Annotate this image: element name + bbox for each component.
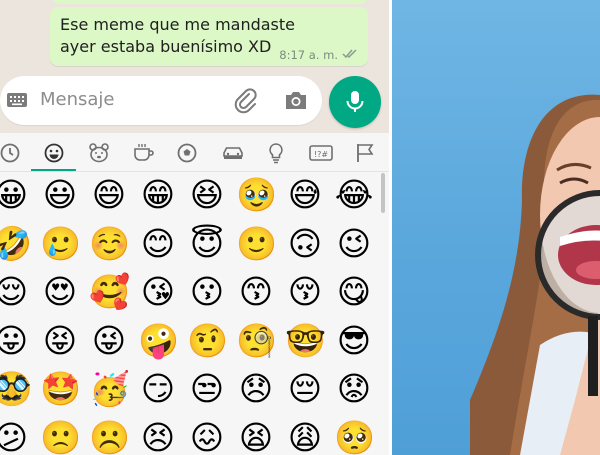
emoji-key[interactable]: 😄 — [89, 175, 129, 215]
emoji-key[interactable]: 😌 — [0, 272, 31, 312]
emoji-key[interactable]: 🧐 — [236, 321, 277, 361]
emoji-key[interactable]: 😍 — [40, 272, 80, 312]
whatsapp-screen: Ese meme que me mandaste ayer estaba bue… — [0, 0, 389, 455]
emoji-key[interactable]: 🤓 — [285, 321, 326, 361]
emoji-key[interactable]: 🥰 — [89, 272, 130, 312]
emoji-key[interactable]: 😟 — [334, 369, 374, 409]
emoji-key[interactable]: 😣 — [138, 418, 178, 455]
emoji-key[interactable]: 😀 — [0, 175, 31, 215]
emoji-key[interactable]: 😋 — [334, 272, 374, 312]
emoji-key[interactable]: 😖 — [187, 418, 227, 455]
emoji-key[interactable]: 🙂 — [236, 224, 277, 264]
emoji-key[interactable]: 😞 — [236, 369, 276, 409]
tab-activities[interactable] — [173, 140, 201, 164]
emoji-key[interactable]: 😜 — [89, 321, 129, 361]
emoji-key[interactable]: 😩 — [285, 418, 325, 455]
emoji-key[interactable]: 😘 — [138, 272, 178, 312]
emoji-key[interactable]: 🤣 — [0, 224, 32, 264]
emoji-key[interactable]: 😕 — [0, 418, 31, 455]
emoji-key[interactable]: 🥺 — [334, 418, 375, 455]
message-meta: 8:17 a. m. — [279, 48, 358, 62]
emoji-key[interactable]: ☹️ — [89, 418, 130, 455]
message-input[interactable]: Mensaje — [40, 89, 115, 110]
emoji-key[interactable]: 😃 — [40, 175, 80, 215]
emoji-key[interactable]: 😏 — [138, 369, 178, 409]
emoji-key[interactable]: 😂 — [334, 175, 374, 215]
emoji-key[interactable]: 🤩 — [40, 369, 81, 409]
message-text: Ese meme que me mandaste ayer estaba bue… — [60, 15, 296, 56]
emoji-key[interactable]: 🙃 — [285, 224, 325, 264]
laughing-woman-illustration — [470, 94, 600, 455]
emoji-key[interactable]: 😚 — [285, 272, 325, 312]
previous-message-bubble — [52, 0, 368, 4]
tab-food[interactable] — [129, 140, 157, 164]
double-check-icon — [342, 48, 358, 62]
tab-animals[interactable] — [85, 140, 113, 164]
emoji-key[interactable]: 🥲 — [40, 224, 81, 264]
camera-icon[interactable] — [284, 89, 308, 115]
emoji-key[interactable]: 😛 — [0, 321, 31, 361]
emoji-key[interactable]: 😎 — [334, 321, 374, 361]
tab-symbols[interactable]: !?# — [306, 140, 334, 164]
emoji-key[interactable]: 🥳 — [89, 369, 130, 409]
emoji-key[interactable]: 😅 — [285, 175, 325, 215]
emoji-grid: 😀 😃 😄 😁 😆 🥹 😅 😂 🤣 🥲 ☺️ 😊 😇 🙂 🙃 😉 😌 😍 🥰 😘 😗 😙 😚 😋 😛 😝 😜 🤪 🤨 🧐 🤓 😎 🥸 🤩 🥳 😏 😒 😞 😔… — [0, 175, 378, 455]
emoji-key[interactable]: 🤪 — [138, 321, 179, 361]
emoji-key[interactable]: 🥸 — [0, 369, 32, 409]
emoji-key[interactable]: 😊 — [138, 224, 178, 264]
tab-flags[interactable] — [351, 140, 379, 164]
emoji-key[interactable]: 😫 — [236, 418, 276, 455]
emoji-key[interactable]: 🤨 — [187, 321, 228, 361]
emoji-key[interactable]: 😆 — [187, 175, 227, 215]
keyboard-icon[interactable] — [6, 91, 28, 113]
message-input-bar[interactable]: Mensaje — [0, 76, 322, 125]
stock-photo — [392, 0, 600, 455]
emoji-key[interactable]: 😒 — [187, 369, 227, 409]
emoji-key[interactable]: 🥹 — [236, 175, 277, 215]
emoji-key[interactable]: 🙁 — [40, 418, 81, 455]
outgoing-message-bubble[interactable]: Ese meme que me mandaste ayer estaba bue… — [50, 7, 368, 66]
emoji-key[interactable]: 😝 — [40, 321, 80, 361]
emoji-key[interactable]: 😙 — [236, 272, 276, 312]
emoji-key[interactable]: 😔 — [285, 369, 325, 409]
tab-objects[interactable] — [262, 140, 290, 164]
svg-text:!?#: !?# — [314, 150, 328, 159]
emoji-panel: !?# 😀 😃 😄 😁 😆 🥹 😅 😂 🤣 🥲 ☺️ 😊 😇 🙂 🙃 😉 😌 😍 🥰 😘 😗 😙 😚 😋 😛 😝 😜 🤪 🤨 🧐 🤓 😎 🥸 🤩 🥳… — [0, 133, 389, 455]
emoji-key[interactable]: 😗 — [187, 272, 227, 312]
tab-recent[interactable] — [0, 140, 24, 164]
emoji-key[interactable]: 😁 — [138, 175, 178, 215]
emoji-scrollbar[interactable] — [381, 173, 385, 213]
emoji-category-tabs: !?# — [0, 133, 389, 172]
emoji-key[interactable]: 😇 — [187, 224, 227, 264]
tab-travel[interactable] — [218, 140, 246, 164]
paperclip-icon[interactable] — [233, 88, 259, 118]
emoji-key[interactable]: ☺️ — [89, 224, 130, 264]
tab-smileys[interactable] — [40, 140, 68, 164]
emoji-key[interactable]: 😉 — [334, 224, 374, 264]
message-time: 8:17 a. m. — [279, 48, 338, 62]
tabs-divider — [0, 171, 389, 172]
voice-message-button[interactable] — [329, 76, 381, 128]
